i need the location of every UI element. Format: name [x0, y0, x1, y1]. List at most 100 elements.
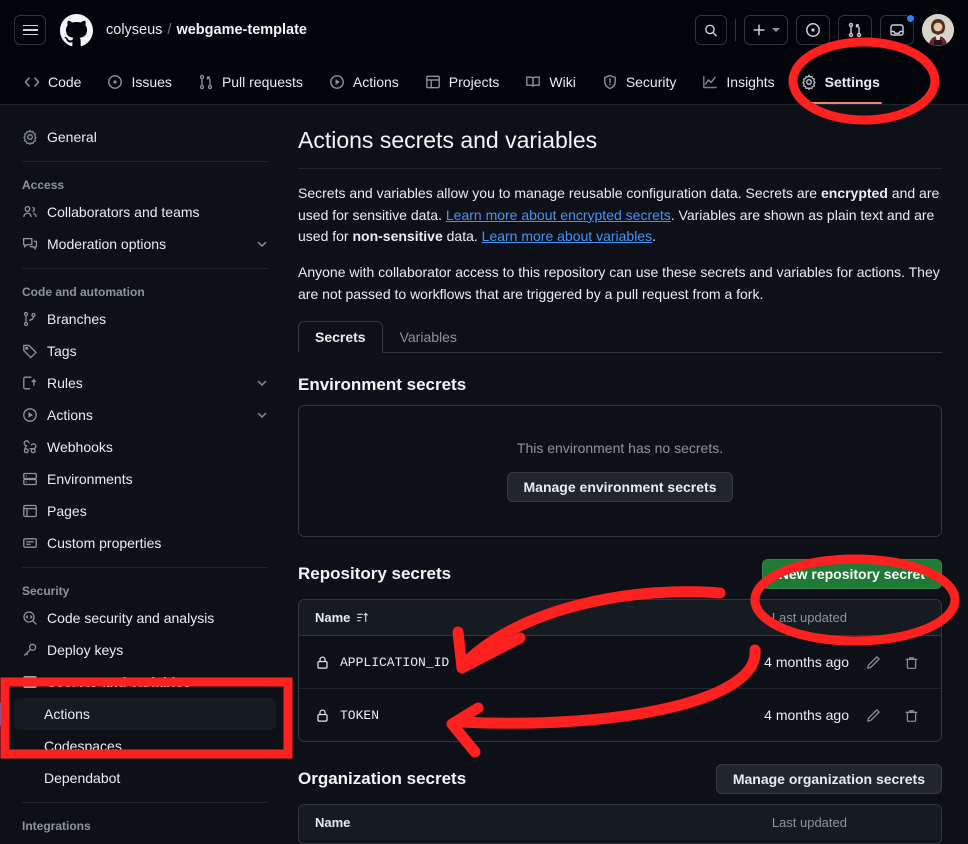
column-header-name[interactable]: Name [315, 815, 350, 830]
sidebar-item-secrets-and-variables[interactable]: Secrets and variables [14, 666, 276, 698]
sidebar-item-code-security-and-analysis[interactable]: Code security and analysis [14, 602, 276, 634]
lock-icon [315, 655, 330, 670]
avatar[interactable] [922, 14, 954, 46]
repo-tab-wiki[interactable]: Wiki [515, 60, 585, 104]
column-header-name[interactable]: Name [315, 610, 350, 625]
repo-tab-label: Security [626, 74, 677, 90]
secret-name: TOKEN [340, 708, 379, 723]
notification-indicator [906, 14, 915, 23]
breadcrumb: colyseus/webgame-template [106, 22, 307, 38]
pull-requests-button[interactable] [838, 15, 872, 45]
repo-tab-settings[interactable]: Settings [791, 60, 890, 104]
sidebar-heading-access: Access [14, 170, 276, 196]
repo-tab-issues[interactable]: Issues [97, 60, 181, 104]
hamburger-icon[interactable] [14, 15, 46, 45]
page-root: colyseus/webgame-template [0, 0, 968, 844]
sidebar-item-label: Custom properties [47, 535, 268, 551]
trash-icon [904, 655, 919, 670]
link-learn-more-encrypted-secrets[interactable]: Learn more about encrypted secrets [446, 207, 671, 223]
browser-icon [22, 503, 38, 519]
sidebar-divider [22, 268, 268, 269]
sidebar-subitem-label: Codespaces [44, 738, 122, 754]
breadcrumb-repo[interactable]: webgame-template [176, 22, 307, 38]
repo-tab-insights[interactable]: Insights [692, 60, 784, 104]
search-icon [704, 23, 718, 38]
comment-discussion-icon [22, 236, 38, 252]
sidebar-subitem-codespaces[interactable]: Codespaces [14, 730, 276, 762]
tab-label: Variables [400, 329, 457, 345]
sidebar-item-moderation-options[interactable]: Moderation options [14, 228, 276, 260]
repo-tab-actions[interactable]: Actions [319, 60, 409, 104]
sidebar-item-actions[interactable]: Actions [14, 399, 276, 431]
collaborator-note: Anyone with collaborator access to this … [298, 262, 942, 305]
link-learn-more-variables[interactable]: Learn more about variables [482, 228, 652, 244]
git-pull-request-icon [198, 74, 214, 90]
sidebar-item-rules[interactable]: Rules [14, 367, 276, 399]
secret-last-updated: 4 months ago [764, 707, 849, 723]
edit-secret-button[interactable] [859, 648, 887, 676]
pencil-icon [866, 708, 881, 723]
organization-secrets-header: Organization secrets Manage organization… [298, 764, 942, 794]
delete-secret-button[interactable] [897, 648, 925, 676]
sidebar-divider [22, 802, 268, 803]
environment-secrets-empty-text: This environment has no secrets. [315, 440, 925, 456]
intro-text-5: . [652, 228, 656, 244]
issue-opened-icon [107, 74, 123, 90]
edit-secret-button[interactable] [859, 701, 887, 729]
sidebar-heading-security: Security [14, 576, 276, 602]
pencil-icon [866, 655, 881, 670]
repo-tab-security[interactable]: Security [592, 60, 687, 104]
repo-tab-label: Pull requests [222, 74, 303, 90]
repo-tab-pull-requests[interactable]: Pull requests [188, 60, 313, 104]
git-branch-icon [22, 311, 38, 327]
section-title-repository-secrets: Repository secrets [298, 564, 451, 584]
trash-icon [904, 708, 919, 723]
sidebar-item-webhooks[interactable]: Webhooks [14, 431, 276, 463]
people-icon [22, 204, 38, 220]
organization-secrets-table: Name Last updated [298, 804, 942, 844]
play-icon [22, 407, 38, 423]
manage-environment-secrets-button[interactable]: Manage environment secrets [507, 472, 734, 502]
book-icon [525, 74, 541, 90]
breadcrumb-owner[interactable]: colyseus [106, 22, 162, 38]
table-header-row: Name Last updated [299, 600, 941, 636]
repo-tab-code[interactable]: Code [14, 60, 91, 104]
tab-variables[interactable]: Variables [383, 321, 474, 353]
tab-secrets[interactable]: Secrets [298, 321, 383, 353]
column-header-last-updated: Last updated [772, 610, 925, 625]
sidebar-item-custom-properties[interactable]: Custom properties [14, 527, 276, 559]
sidebar-item-label: Moderation options [47, 236, 247, 252]
inbox-icon [889, 22, 905, 38]
sidebar-item-collaborators-and-teams[interactable]: Collaborators and teams [14, 196, 276, 228]
manage-organization-secrets-button[interactable]: Manage organization secrets [716, 764, 942, 794]
new-repository-secret-button[interactable]: New repository secret [762, 559, 942, 589]
rules-icon [22, 375, 38, 391]
chevron-down-icon [256, 238, 268, 250]
sidebar-subitem-actions[interactable]: Actions [14, 698, 276, 730]
intro-bold-non-sensitive: non-sensitive [352, 228, 442, 244]
sidebar-item-branches[interactable]: Branches [14, 303, 276, 335]
sidebar-item-label: Collaborators and teams [47, 204, 268, 220]
sidebar-item-general[interactable]: General [14, 121, 276, 153]
repo-tab-label: Actions [353, 74, 399, 90]
tag-icon [22, 343, 38, 359]
delete-secret-button[interactable] [897, 701, 925, 729]
repo-tab-projects[interactable]: Projects [415, 60, 510, 104]
repo-tab-label: Insights [726, 74, 774, 90]
sidebar-subitem-dependabot[interactable]: Dependabot [14, 762, 276, 794]
sidebar-item-deploy-keys[interactable]: Deploy keys [14, 634, 276, 666]
sort-asc-icon[interactable] [356, 611, 369, 624]
chevron-down-icon [772, 28, 780, 32]
sidebar-item-environments[interactable]: Environments [14, 463, 276, 495]
search-button[interactable] [695, 15, 727, 45]
tab-label: Secrets [315, 329, 366, 345]
issues-button[interactable] [796, 15, 830, 45]
server-icon [22, 471, 38, 487]
notifications-button[interactable] [880, 15, 914, 45]
sidebar-item-label: Secrets and variables [47, 674, 247, 690]
sidebar-item-label: Webhooks [47, 439, 268, 455]
sidebar-item-tags[interactable]: Tags [14, 335, 276, 367]
create-new-button[interactable] [744, 15, 788, 45]
sidebar-item-pages[interactable]: Pages [14, 495, 276, 527]
github-logo-icon[interactable] [60, 14, 93, 47]
